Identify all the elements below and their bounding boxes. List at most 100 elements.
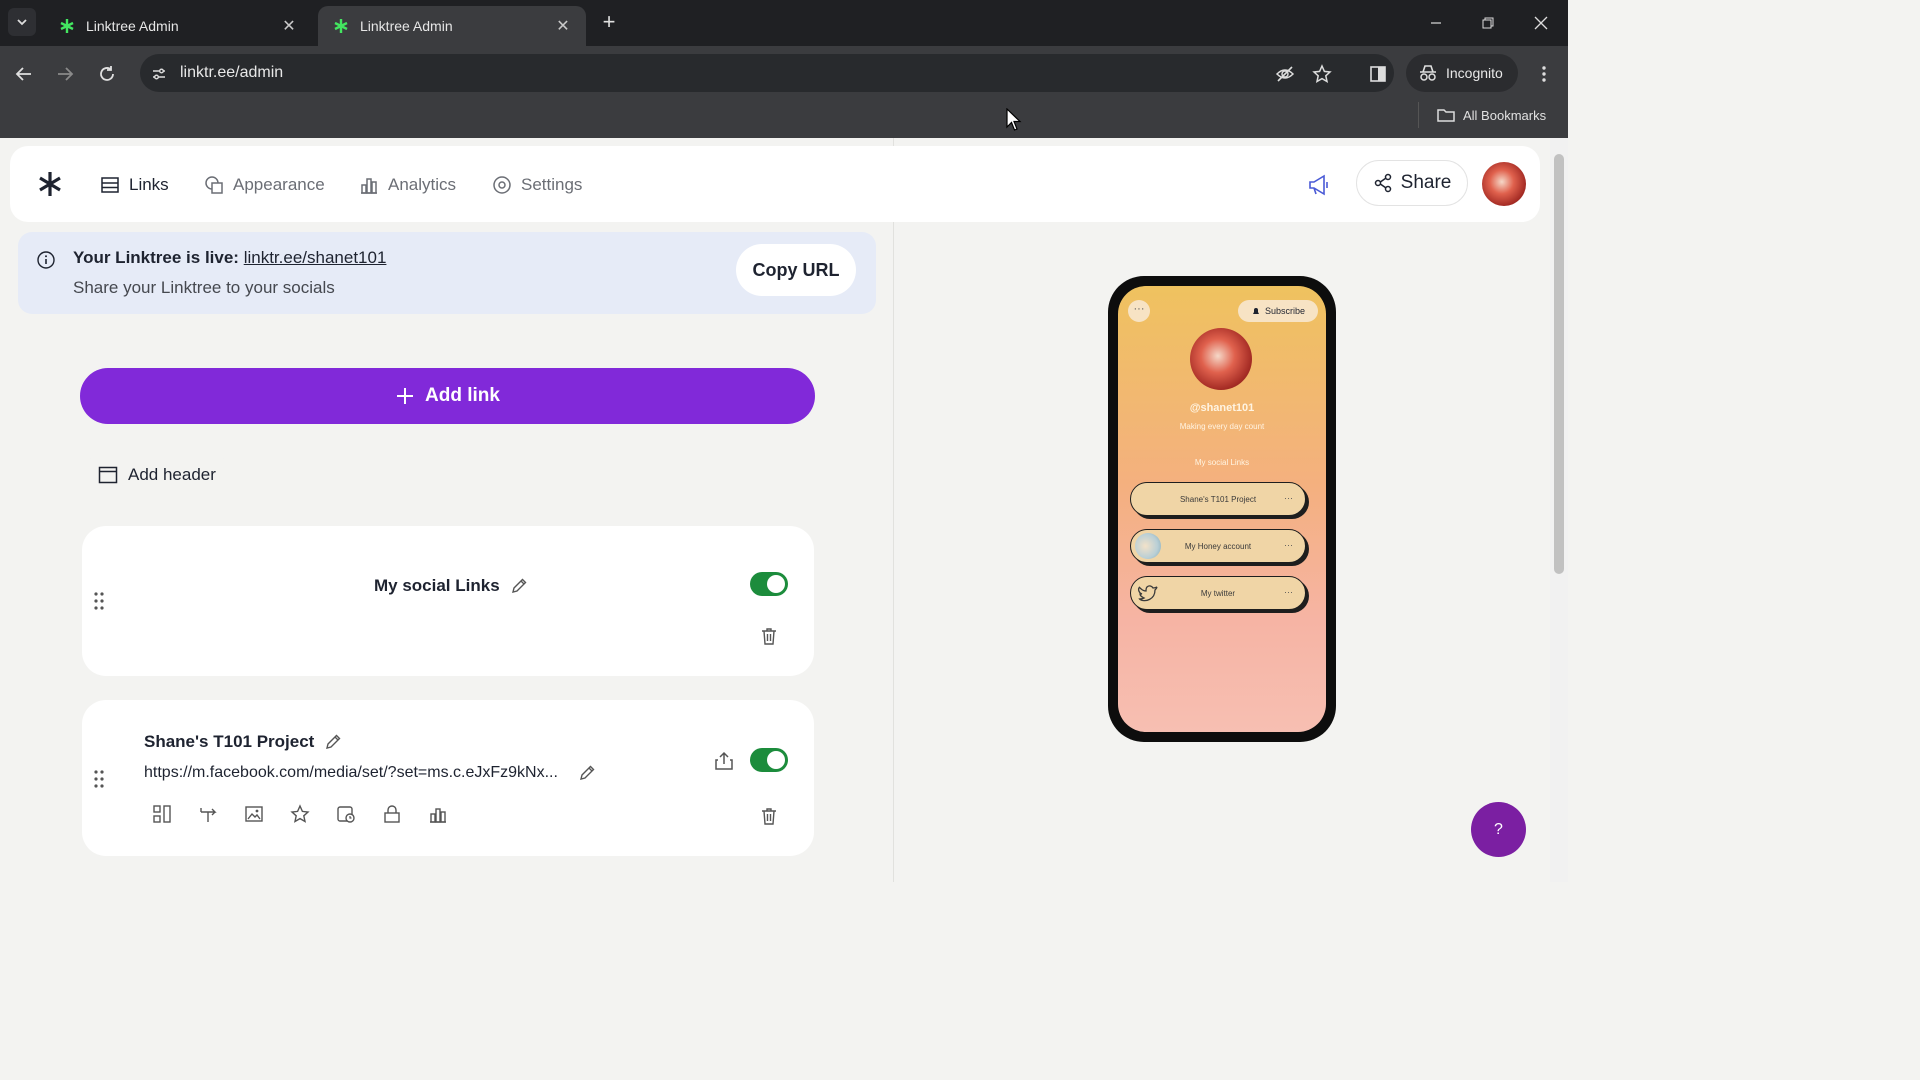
incognito-label: Incognito bbox=[1446, 65, 1503, 81]
header-visibility-toggle[interactable] bbox=[750, 572, 788, 596]
browser-tab-active[interactable]: Linktree Admin ✕ bbox=[318, 6, 586, 46]
share-icon bbox=[1374, 173, 1391, 193]
lock-icon[interactable] bbox=[382, 804, 402, 824]
trash-icon[interactable] bbox=[759, 626, 779, 646]
preview-link-thumbnail bbox=[1135, 533, 1161, 559]
star-icon[interactable] bbox=[290, 804, 310, 824]
folder-icon bbox=[1437, 109, 1455, 122]
link-title: Shane's T101 Project bbox=[144, 732, 342, 752]
drag-handle-icon[interactable] bbox=[92, 768, 106, 790]
avatar[interactable] bbox=[1482, 162, 1526, 206]
subscribe-label: Subscribe bbox=[1264, 306, 1306, 316]
minimize-icon[interactable] bbox=[1416, 10, 1456, 36]
nav-settings-label: Settings bbox=[521, 175, 583, 194]
link-card: Shane's T101 Project https://m.facebook.… bbox=[82, 700, 814, 856]
forward-arrow-icon[interactable] bbox=[51, 60, 79, 88]
header-card: My social Links bbox=[82, 526, 814, 676]
nav-appearance[interactable]: Appearance bbox=[204, 172, 325, 198]
nav-analytics[interactable]: Analytics bbox=[359, 172, 456, 198]
preview-link-label: Shane's T101 Project bbox=[1179, 494, 1257, 504]
nav-appearance-label: Appearance bbox=[233, 175, 325, 194]
edit-pencil-icon[interactable] bbox=[324, 733, 342, 751]
new-tab-button[interactable]: + bbox=[596, 10, 622, 36]
linktree-favicon-icon bbox=[332, 17, 350, 35]
edit-pencil-icon[interactable] bbox=[578, 764, 596, 782]
tab-close-icon[interactable]: ✕ bbox=[280, 16, 298, 36]
add-link-button[interactable]: Add link bbox=[80, 368, 815, 424]
incognito-badge[interactable]: Incognito bbox=[1406, 54, 1518, 92]
preview-section-header: My social Links bbox=[1194, 458, 1250, 467]
top-navigation: Links Appearance Analytics Settings Shar… bbox=[10, 146, 1540, 222]
scrollbar-thumb[interactable] bbox=[1554, 154, 1564, 574]
add-link-label: Add link bbox=[425, 385, 500, 406]
analytics-bar-icon[interactable] bbox=[428, 804, 448, 824]
mouse-cursor-icon bbox=[1006, 108, 1022, 131]
layout-icon[interactable] bbox=[152, 804, 172, 824]
preview-link-button[interactable]: My twitter ··· bbox=[1130, 576, 1306, 610]
drag-handle-icon[interactable] bbox=[92, 590, 106, 612]
linktree-logo-icon[interactable] bbox=[36, 170, 64, 198]
chevron-down-icon bbox=[17, 19, 27, 26]
trash-icon[interactable] bbox=[759, 806, 779, 826]
schedule-icon[interactable] bbox=[336, 804, 356, 824]
all-bookmarks-button[interactable]: All Bookmarks bbox=[1418, 102, 1546, 128]
incognito-icon bbox=[1420, 65, 1436, 81]
gear-icon bbox=[493, 176, 511, 194]
dots-icon: ··· bbox=[1284, 540, 1293, 550]
info-icon bbox=[37, 251, 55, 269]
eye-off-icon[interactable] bbox=[1274, 63, 1296, 85]
share-link-icon[interactable] bbox=[713, 750, 735, 772]
megaphone-icon[interactable] bbox=[1306, 172, 1332, 198]
nav-settings[interactable]: Settings bbox=[492, 172, 582, 198]
copy-url-button[interactable]: Copy URL bbox=[736, 244, 856, 296]
restore-icon[interactable] bbox=[1468, 10, 1508, 36]
preview-link-button[interactable]: My Honey account ··· bbox=[1130, 529, 1306, 563]
add-header-label: Add header bbox=[128, 465, 216, 484]
live-prefix: Your Linktree is live: bbox=[73, 248, 239, 267]
share-label: Share bbox=[1400, 172, 1452, 193]
banner-subtitle: Share your Linktree to your socials bbox=[73, 278, 335, 297]
tab-close-icon[interactable]: ✕ bbox=[554, 16, 572, 36]
header-block-icon bbox=[98, 466, 118, 484]
live-url-link[interactable]: linktr.ee/shanet101 bbox=[244, 248, 387, 267]
preview-handle: @shanet101 bbox=[1189, 402, 1255, 414]
bookmark-star-icon[interactable] bbox=[1311, 63, 1333, 85]
redirect-icon[interactable] bbox=[198, 804, 218, 824]
link-url: https://m.facebook.com/media/set/?set=ms… bbox=[144, 764, 596, 782]
reload-icon[interactable] bbox=[93, 60, 121, 88]
all-bookmarks-label: All Bookmarks bbox=[1463, 107, 1547, 123]
site-settings-icon[interactable] bbox=[148, 63, 170, 85]
url-text: linktr.ee/admin bbox=[180, 64, 284, 81]
list-icon bbox=[101, 177, 119, 193]
link-visibility-toggle[interactable] bbox=[750, 748, 788, 772]
page-scrollbar[interactable] bbox=[1550, 138, 1568, 882]
editor-pane: Your Linktree is live: linktr.ee/shanet1… bbox=[0, 138, 893, 882]
preview-link-label: My Honey account bbox=[1184, 541, 1252, 551]
header-title-text: My social Links bbox=[374, 576, 500, 595]
thumbnail-image-icon[interactable] bbox=[244, 804, 264, 824]
preview-link-button[interactable]: Shane's T101 Project ··· bbox=[1130, 482, 1306, 516]
address-bar[interactable]: linktr.ee/admin bbox=[140, 54, 1394, 92]
nav-links[interactable]: Links bbox=[100, 172, 169, 198]
share-button[interactable]: Share bbox=[1356, 160, 1468, 206]
phone-preview: ··· Subscribe @shanet101 Making every da… bbox=[1108, 276, 1336, 742]
add-header-button[interactable]: Add header bbox=[82, 454, 232, 496]
header-title: My social Links bbox=[374, 576, 528, 596]
help-button[interactable]: ? bbox=[1471, 802, 1526, 857]
phone-screen: ··· Subscribe @shanet101 Making every da… bbox=[1118, 286, 1326, 732]
side-panel-icon[interactable] bbox=[1364, 60, 1392, 88]
dots-icon: ··· bbox=[1284, 493, 1293, 503]
close-window-icon[interactable] bbox=[1521, 10, 1561, 36]
nav-links-label: Links bbox=[129, 175, 169, 194]
edit-pencil-icon[interactable] bbox=[510, 577, 528, 595]
linktree-admin-page: Your Linktree is live: linktr.ee/shanet1… bbox=[0, 138, 1568, 882]
back-arrow-icon[interactable] bbox=[10, 60, 38, 88]
preview-more-button[interactable]: ··· bbox=[1128, 300, 1150, 322]
browser-toolbar: linktr.ee/admin Incognito All Bookmarks bbox=[0, 46, 1568, 138]
browser-tab[interactable]: Linktree Admin ✕ bbox=[44, 6, 312, 46]
kebab-menu-icon[interactable] bbox=[1530, 60, 1558, 88]
shapes-icon bbox=[205, 176, 223, 194]
live-banner: Your Linktree is live: linktr.ee/shanet1… bbox=[18, 232, 876, 314]
preview-subscribe-button[interactable]: Subscribe bbox=[1238, 300, 1318, 322]
tab-search-button[interactable] bbox=[8, 8, 36, 36]
